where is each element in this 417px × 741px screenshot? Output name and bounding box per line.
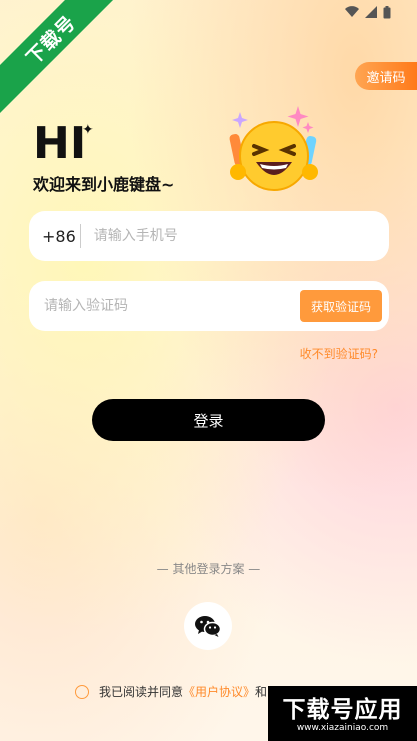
signal-icon xyxy=(365,6,377,18)
laughing-emoji-icon xyxy=(229,106,318,191)
badge-url: www.xiazainiao.com xyxy=(296,723,389,733)
wechat-login-button[interactable] xyxy=(184,602,232,650)
hero-hi: HI xyxy=(33,118,87,169)
battery-icon xyxy=(383,5,391,18)
code-field: 获取验证码 xyxy=(29,281,389,331)
site-badge: 下载号应用 www.xiazainiao.com xyxy=(268,686,417,741)
other-login-label: — 其他登录方案 — xyxy=(156,562,261,576)
welcome-text: 欢迎来到小鹿键盘~ xyxy=(33,175,175,194)
phone-divider xyxy=(79,224,81,248)
get-code-button[interactable]: 获取验证码 xyxy=(300,290,382,322)
agreement-row: 我已阅读并同意 《用户协议》 和 xyxy=(75,683,267,700)
agreement-prefix: 我已阅读并同意 xyxy=(99,685,184,699)
phone-input[interactable] xyxy=(91,227,389,245)
get-code-label: 获取验证码 xyxy=(310,299,371,314)
watermark-ribbon: 下载号 xyxy=(0,0,126,115)
agreement-and: 和 xyxy=(255,685,268,699)
invite-code-button[interactable]: 邀请码 xyxy=(355,62,417,90)
status-bar xyxy=(345,0,417,24)
sparkle-icon: ✦ xyxy=(82,122,94,138)
phone-field: +86 xyxy=(29,211,389,261)
no-code-link[interactable]: 收不到验证码? xyxy=(300,345,378,362)
wifi-icon xyxy=(345,6,359,18)
invite-code-label: 邀请码 xyxy=(366,70,406,86)
country-code[interactable]: +86 xyxy=(42,227,76,246)
watermark-text: 下载号 xyxy=(22,11,81,70)
login-label: 登录 xyxy=(193,411,224,430)
code-input[interactable] xyxy=(42,297,300,315)
agreement-checkbox[interactable] xyxy=(75,684,89,699)
login-button[interactable]: 登录 xyxy=(92,399,325,441)
badge-title: 下载号应用 xyxy=(282,697,403,723)
wechat-icon xyxy=(195,616,221,637)
user-agreement-link[interactable]: 《用户协议》 xyxy=(183,683,255,700)
